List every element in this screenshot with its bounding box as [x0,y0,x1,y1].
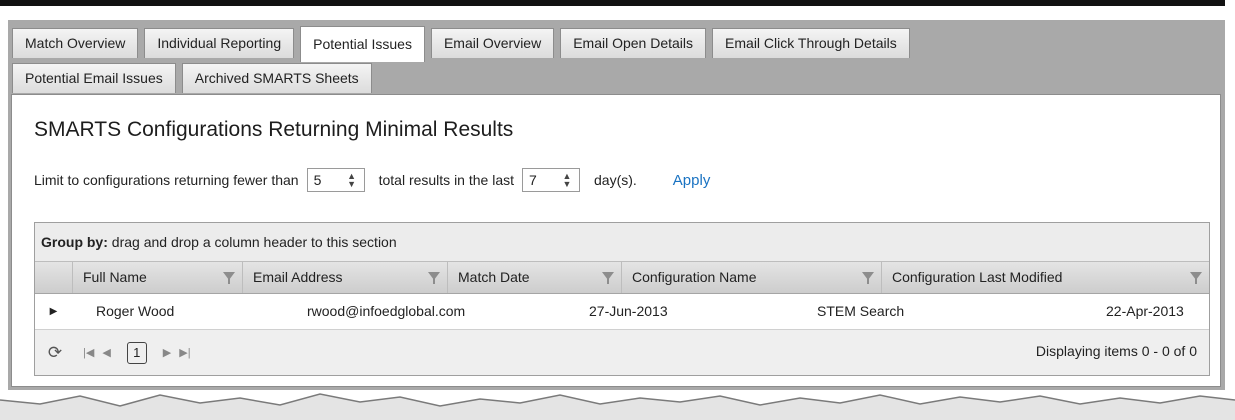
table-row[interactable]: ▶ Roger Wood rwood@infoedglobal.com 27-J… [35,294,1209,330]
group-by-label: Group by: [41,234,108,250]
grid-header: Full Name Email Address Match Date Confi… [35,262,1209,294]
result-count-value[interactable]: 5 [308,172,348,188]
column-header-label: Email Address [253,269,343,285]
filter-icon[interactable] [223,272,235,284]
days-stepper[interactable]: 7 ▲ ▼ [522,168,580,192]
filter-icon[interactable] [862,272,874,284]
tab-frame: Match Overview Individual Reporting Pote… [8,20,1225,390]
tab-email-click-through-details[interactable]: Email Click Through Details [712,28,910,58]
column-header-label: Configuration Last Modified [892,269,1063,285]
filter-icon[interactable] [428,272,440,284]
prev-page-icon[interactable]: ◀ [102,346,110,359]
days-value[interactable]: 7 [523,172,563,188]
column-header-full-name[interactable]: Full Name [72,262,242,293]
expand-column-header [35,262,72,293]
column-header-configuration-last-modified[interactable]: Configuration Last Modified [881,262,1209,293]
filter-suffix-label: day(s). [594,172,637,188]
stepper-arrows-icon[interactable]: ▲ ▼ [561,172,573,189]
stepper-arrows-icon[interactable]: ▲ ▼ [346,172,358,189]
tab-archived-smarts-sheets[interactable]: Archived SMARTS Sheets [181,63,372,93]
page-title: SMARTS Configurations Returning Minimal … [34,118,514,141]
current-page-button[interactable]: 1 [126,341,147,364]
grid-pager: ⟳ |◀ ◀ 1 ▶ ▶| Displaying items 0 - 0 of … [35,330,1209,375]
refresh-icon[interactable]: ⟳ [43,341,67,365]
filter-prefix-label: Limit to configurations returning fewer … [34,172,299,188]
results-grid: Group by: drag and drop a column header … [34,222,1210,376]
last-page-icon[interactable]: ▶| [179,346,190,359]
tab-individual-reporting[interactable]: Individual Reporting [144,28,295,58]
result-count-stepper[interactable]: 5 ▲ ▼ [306,168,365,192]
column-header-label: Full Name [83,269,147,285]
tab-potential-issues[interactable]: Potential Issues [300,26,425,62]
tab-content-panel: SMARTS Configurations Returning Minimal … [11,94,1221,387]
column-header-email-address[interactable]: Email Address [242,262,447,293]
tab-row-2: Potential Email Issues Archived SMARTS S… [12,63,378,93]
tab-row-1: Match Overview Individual Reporting Pote… [12,26,916,62]
cell-match-date: 27-Jun-2013 [589,303,668,319]
first-page-icon[interactable]: |◀ [83,346,94,359]
tab-potential-email-issues[interactable]: Potential Email Issues [12,63,176,93]
group-by-drop-zone[interactable]: Group by: drag and drop a column header … [35,223,1209,262]
next-page-icon[interactable]: ▶ [163,346,171,359]
filter-middle-label: total results in the last [378,172,514,188]
cell-email-address: rwood@infoedglobal.com [307,303,466,319]
pager-info: Displaying items 0 - 0 of 0 [1035,343,1197,359]
filter-bar: Limit to configurations returning fewer … [34,167,710,193]
torn-edge [0,393,1235,420]
apply-link[interactable]: Apply [673,172,711,189]
group-by-hint: drag and drop a column header to this se… [111,234,397,250]
tab-email-overview[interactable]: Email Overview [430,28,555,58]
column-header-label: Match Date [458,269,530,285]
cell-configuration-name: STEM Search [817,303,905,319]
column-header-match-date[interactable]: Match Date [447,262,621,293]
cell-full-name: Roger Wood [96,303,175,319]
column-header-label: Configuration Name [632,269,757,285]
cell-configuration-last-modified: 22-Apr-2013 [1106,303,1184,319]
expand-row-icon[interactable]: ▶ [35,294,72,329]
filter-icon[interactable] [602,272,614,284]
column-header-configuration-name[interactable]: Configuration Name [621,262,881,293]
tab-email-open-details[interactable]: Email Open Details [560,28,707,58]
tab-match-overview[interactable]: Match Overview [12,28,139,58]
filter-icon[interactable] [1190,272,1202,284]
top-rule [0,0,1225,6]
